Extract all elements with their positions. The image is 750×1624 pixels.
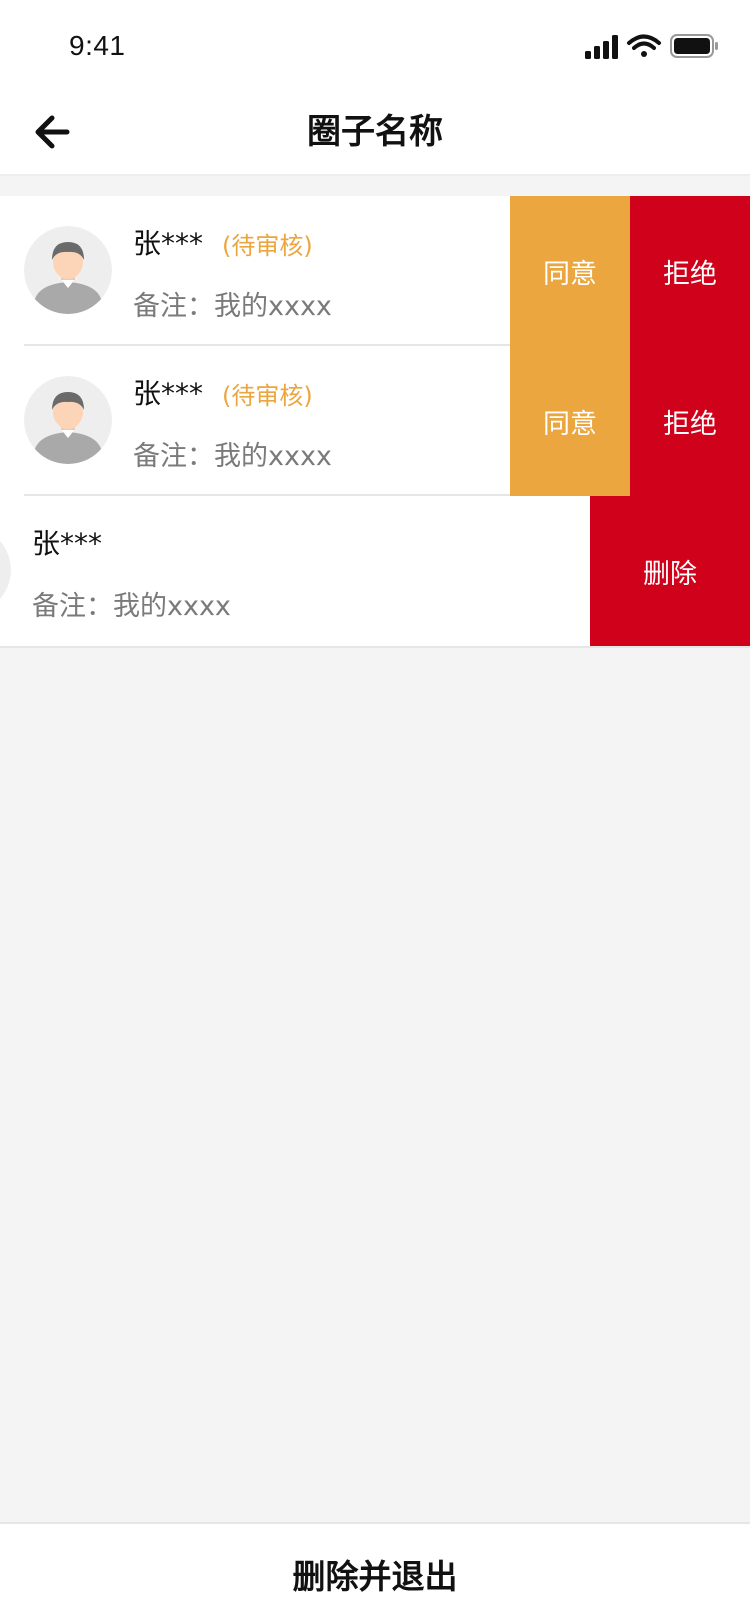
agree-button[interactable]: 同意 bbox=[510, 196, 630, 346]
battery-icon bbox=[670, 34, 718, 58]
delete-and-exit-button[interactable]: 删除并退出 bbox=[0, 1522, 750, 1624]
list-bottom-divider bbox=[0, 646, 750, 648]
user-avatar-icon bbox=[24, 376, 112, 464]
user-avatar-icon bbox=[24, 226, 112, 314]
member-remark: 备注：我的xxxx bbox=[32, 591, 231, 622]
status-icons bbox=[585, 34, 718, 59]
reject-button[interactable]: 拒绝 bbox=[630, 346, 750, 496]
agree-button[interactable]: 同意 bbox=[510, 346, 630, 496]
reject-button[interactable]: 拒绝 bbox=[630, 196, 750, 346]
delete-button[interactable]: 删除 bbox=[590, 496, 750, 646]
member-name: 张*** bbox=[133, 227, 204, 260]
arrow-left-icon bbox=[35, 115, 70, 149]
member-remark: 备注：我的xxxx bbox=[133, 291, 332, 322]
user-avatar-icon bbox=[0, 540, 11, 603]
avatar bbox=[0, 526, 11, 614]
member-remark: 备注：我的xxxx bbox=[133, 441, 332, 472]
list-item: 张*** 备注：我的xxxx 删除 bbox=[0, 496, 750, 646]
list-item: 张*** (待审核) 备注：我的xxxx 同意 拒绝 bbox=[0, 196, 750, 346]
member-name: 张*** bbox=[32, 527, 103, 560]
member-list: 张*** (待审核) 备注：我的xxxx 同意 拒绝 张*** (待审核) 备注… bbox=[0, 196, 750, 648]
signal-icon bbox=[585, 35, 618, 59]
status-bar: 9:41 bbox=[0, 0, 750, 88]
list-item: 张*** (待审核) 备注：我的xxxx 同意 拒绝 bbox=[0, 346, 750, 496]
page-title: 圈子名称 bbox=[307, 112, 443, 152]
avatar bbox=[24, 226, 112, 314]
nav-bar: 圈子名称 bbox=[0, 88, 750, 176]
back-button[interactable] bbox=[20, 102, 84, 162]
wifi-icon bbox=[627, 34, 661, 57]
status-badge: (待审核) bbox=[222, 232, 313, 260]
list-item-content[interactable]: 张*** 备注：我的xxxx bbox=[0, 496, 589, 646]
member-name: 张*** bbox=[133, 377, 204, 410]
list-item-content[interactable]: 张*** (待审核) 备注：我的xxxx bbox=[0, 196, 510, 346]
status-badge: (待审核) bbox=[222, 382, 313, 410]
status-time: 9:41 bbox=[69, 30, 126, 61]
avatar bbox=[24, 376, 112, 464]
list-item-content[interactable]: 张*** (待审核) 备注：我的xxxx bbox=[0, 346, 510, 496]
